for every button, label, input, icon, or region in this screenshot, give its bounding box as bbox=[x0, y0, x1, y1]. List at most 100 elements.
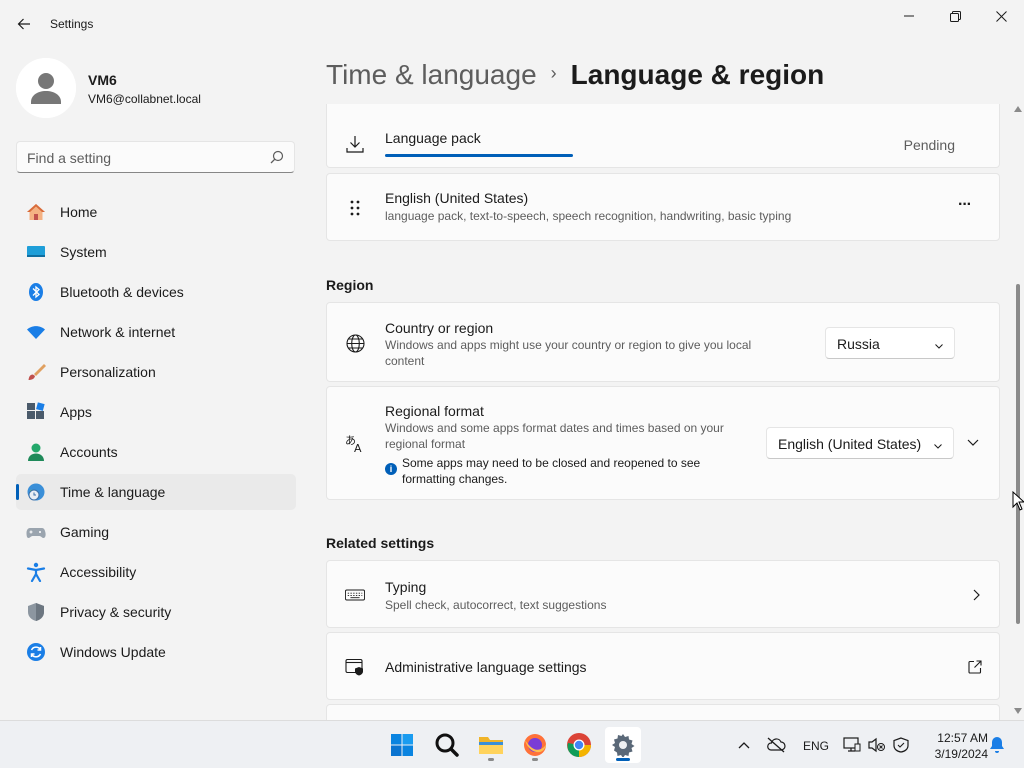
admin-language-card[interactable]: Administrative language settings bbox=[326, 632, 1000, 700]
nav-label: Windows Update bbox=[60, 644, 166, 660]
firefox-icon bbox=[524, 734, 546, 756]
sidebar-item-bluetooth[interactable]: Bluetooth & devices bbox=[16, 274, 296, 310]
nav-label: System bbox=[60, 244, 107, 260]
admin-window-shield-icon bbox=[345, 657, 365, 677]
country-region-description: Windows and apps might use your country … bbox=[385, 338, 752, 368]
taskbar-search-button[interactable] bbox=[429, 727, 465, 763]
language-pack-title: Language pack bbox=[385, 130, 481, 146]
scroll-down-icon[interactable] bbox=[1014, 708, 1022, 714]
related-settings-heading: Related settings bbox=[326, 535, 435, 551]
info-icon: i bbox=[385, 463, 397, 475]
country-region-title: Country or region bbox=[385, 320, 494, 336]
accessibility-icon bbox=[26, 562, 46, 582]
sidebar-item-time-language[interactable]: Time & language bbox=[16, 474, 296, 510]
regional-format-info: Some apps may need to be closed and reop… bbox=[402, 456, 701, 486]
volume-button[interactable] bbox=[867, 735, 887, 755]
chrome-icon bbox=[567, 733, 591, 757]
country-region-dropdown[interactable]: Russia bbox=[825, 327, 955, 359]
partial-card bbox=[326, 704, 1000, 720]
system-icon bbox=[26, 242, 46, 262]
notifications-button[interactable] bbox=[987, 735, 1007, 755]
minimize-button[interactable] bbox=[886, 0, 932, 32]
scroll-up-icon[interactable] bbox=[1014, 106, 1022, 112]
page-title: Language & region bbox=[570, 59, 825, 90]
minimize-icon bbox=[904, 15, 914, 17]
chevron-down-icon bbox=[967, 439, 979, 446]
scrollbar[interactable] bbox=[1012, 104, 1024, 720]
network-disconnected-icon bbox=[767, 737, 786, 753]
nav-label: Time & language bbox=[60, 484, 166, 500]
security-button[interactable] bbox=[891, 735, 911, 755]
language-pack-status: Pending bbox=[903, 137, 955, 153]
sidebar-item-apps[interactable]: Apps bbox=[16, 394, 296, 430]
nav-label: Accounts bbox=[60, 444, 118, 460]
user-profile[interactable]: VM6 VM6@collabnet.local bbox=[16, 58, 296, 118]
language-pack-card: Language pack Pending bbox=[326, 104, 1000, 168]
chrome-button[interactable] bbox=[561, 727, 597, 763]
search-input[interactable]: Find a setting bbox=[16, 141, 295, 173]
expand-button[interactable] bbox=[966, 435, 986, 455]
running-indicator bbox=[488, 758, 494, 761]
drag-handle-icon[interactable] bbox=[345, 198, 365, 218]
sidebar-item-personalization[interactable]: Personalization bbox=[16, 354, 296, 390]
sidebar-item-accessibility[interactable]: Accessibility bbox=[16, 554, 296, 590]
typing-title: Typing bbox=[385, 579, 427, 595]
country-region-value: Russia bbox=[837, 336, 880, 352]
regional-format-dropdown[interactable]: English (United States) bbox=[766, 427, 954, 459]
chevron-down-icon bbox=[933, 438, 943, 454]
restore-button[interactable] bbox=[932, 0, 978, 32]
sidebar-item-network[interactable]: Network & internet bbox=[16, 314, 296, 350]
breadcrumb-separator: › bbox=[550, 63, 557, 83]
time-language-icon bbox=[26, 482, 46, 502]
avatar bbox=[16, 58, 76, 118]
settings-icon bbox=[612, 734, 635, 757]
home-icon bbox=[26, 202, 46, 222]
globe-icon bbox=[345, 333, 365, 353]
breadcrumb-parent[interactable]: Time & language bbox=[326, 59, 537, 90]
sidebar-item-home[interactable]: Home bbox=[16, 194, 296, 230]
nav-label: Personalization bbox=[60, 364, 156, 380]
active-indicator bbox=[616, 758, 630, 761]
nav-label: Apps bbox=[60, 404, 92, 420]
settings-taskbar-button[interactable] bbox=[605, 727, 641, 763]
more-options-button[interactable]: ··· bbox=[958, 196, 972, 214]
file-explorer-button[interactable] bbox=[473, 727, 509, 763]
gamepad-icon bbox=[26, 522, 46, 542]
typing-card[interactable]: Typing Spell check, autocorrect, text su… bbox=[326, 560, 1000, 628]
sidebar-item-gaming[interactable]: Gaming bbox=[16, 514, 296, 550]
sidebar: VM6 VM6@collabnet.local Find a setting H… bbox=[0, 48, 310, 720]
sidebar-item-system[interactable]: System bbox=[16, 234, 296, 270]
regional-format-title: Regional format bbox=[385, 403, 484, 419]
nav-list: Home System Bluetooth & devices Network … bbox=[16, 194, 296, 674]
start-button[interactable] bbox=[384, 727, 420, 763]
chevron-right-icon bbox=[971, 588, 981, 607]
nav-label: Gaming bbox=[60, 524, 110, 540]
back-button[interactable] bbox=[10, 10, 38, 38]
wifi-icon bbox=[26, 322, 46, 342]
search-icon bbox=[435, 733, 459, 757]
language-format-icon: あA bbox=[345, 433, 365, 453]
update-icon bbox=[26, 642, 46, 662]
apps-icon bbox=[26, 402, 46, 422]
nav-label: Accessibility bbox=[60, 564, 137, 580]
sidebar-item-privacy[interactable]: Privacy & security bbox=[16, 594, 296, 630]
sidebar-item-windows-update[interactable]: Windows Update bbox=[16, 634, 296, 670]
restore-icon bbox=[949, 10, 961, 22]
display-button[interactable] bbox=[842, 735, 862, 755]
clock-date: 3/19/2024 bbox=[934, 747, 988, 761]
clock[interactable]: 12:57 AM 3/19/2024 bbox=[918, 730, 988, 762]
nav-label: Privacy & security bbox=[60, 604, 172, 620]
profile-name: VM6 bbox=[88, 72, 117, 88]
user-avatar-icon bbox=[16, 58, 76, 118]
nav-label: Home bbox=[60, 204, 98, 220]
sidebar-item-accounts[interactable]: Accounts bbox=[16, 434, 296, 470]
show-hidden-icons-button[interactable] bbox=[734, 735, 754, 755]
firefox-button[interactable] bbox=[517, 727, 553, 763]
input-language-indicator[interactable]: ENG bbox=[803, 739, 829, 753]
main-content: Time & language › Language & region Langua… bbox=[310, 48, 1024, 720]
scroll-thumb[interactable] bbox=[1016, 284, 1020, 624]
chevron-down-icon bbox=[934, 338, 944, 354]
close-icon bbox=[995, 10, 1007, 22]
close-button[interactable] bbox=[978, 0, 1024, 32]
network-status-button[interactable] bbox=[766, 735, 786, 755]
